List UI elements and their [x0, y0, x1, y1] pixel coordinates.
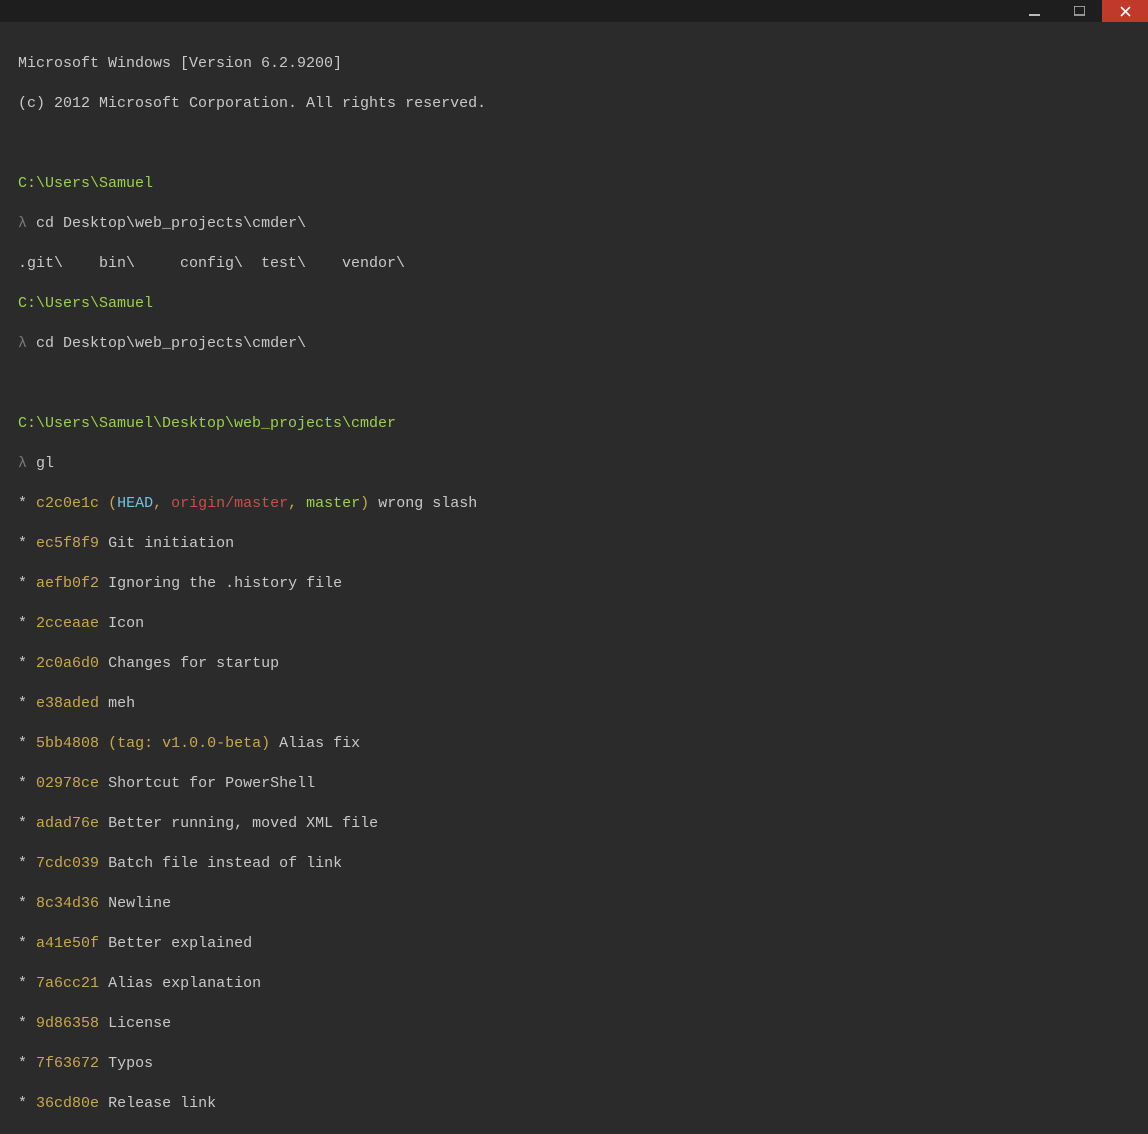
git-log-line: * 2cceaae Icon [18, 614, 1130, 634]
command-line: λ gl [18, 454, 1130, 474]
window-titlebar [0, 0, 1148, 22]
close-icon [1120, 6, 1131, 17]
dir-listing: .git\ bin\ config\ test\ vendor\ [18, 254, 1130, 274]
git-log-line: * 36cd80e Release link [18, 1094, 1130, 1114]
maximize-icon [1074, 6, 1085, 17]
header-line: Microsoft Windows [Version 6.2.9200] [18, 54, 1130, 74]
minimize-button[interactable] [1012, 0, 1057, 22]
prompt-path: C:\Users\Samuel [18, 294, 1130, 314]
git-log-line: * 5bb4808 (tag: v1.0.0-beta) Alias fix [18, 734, 1130, 754]
close-button[interactable] [1102, 0, 1148, 22]
git-log-line: * e38aded meh [18, 694, 1130, 714]
git-log-line: * 02978ce Shortcut for PowerShell [18, 774, 1130, 794]
git-log-line: * 7cdc039 Batch file instead of link [18, 854, 1130, 874]
git-log-line: * 7f63672 Typos [18, 1054, 1130, 1074]
git-log-line: * 9d86358 License [18, 1014, 1130, 1034]
blank-line [18, 134, 1130, 154]
terminal-output[interactable]: Microsoft Windows [Version 6.2.9200] (c)… [0, 22, 1148, 1134]
git-log-line: * 2c0a6d0 Changes for startup [18, 654, 1130, 674]
minimize-icon [1029, 6, 1040, 17]
prompt-path: C:\Users\Samuel [18, 174, 1130, 194]
maximize-button[interactable] [1057, 0, 1102, 22]
git-log-line: * 7a6cc21 Alias explanation [18, 974, 1130, 994]
git-log-line: * c2c0e1c (HEAD, origin/master, master) … [18, 494, 1130, 514]
header-line: (c) 2012 Microsoft Corporation. All righ… [18, 94, 1130, 114]
command-line: λ cd Desktop\web_projects\cmder\ [18, 214, 1130, 234]
command-line: λ cd Desktop\web_projects\cmder\ [18, 334, 1130, 354]
blank-line [18, 374, 1130, 394]
git-log-line: * aefb0f2 Ignoring the .history file [18, 574, 1130, 594]
git-log-line: * ec5f8f9 Git initiation [18, 534, 1130, 554]
git-log-line: * 8c34d36 Newline [18, 894, 1130, 914]
git-log-line: * a41e50f Better explained [18, 934, 1130, 954]
git-log-line: * adad76e Better running, moved XML file [18, 814, 1130, 834]
prompt-path: C:\Users\Samuel\Desktop\web_projects\cmd… [18, 414, 1130, 434]
